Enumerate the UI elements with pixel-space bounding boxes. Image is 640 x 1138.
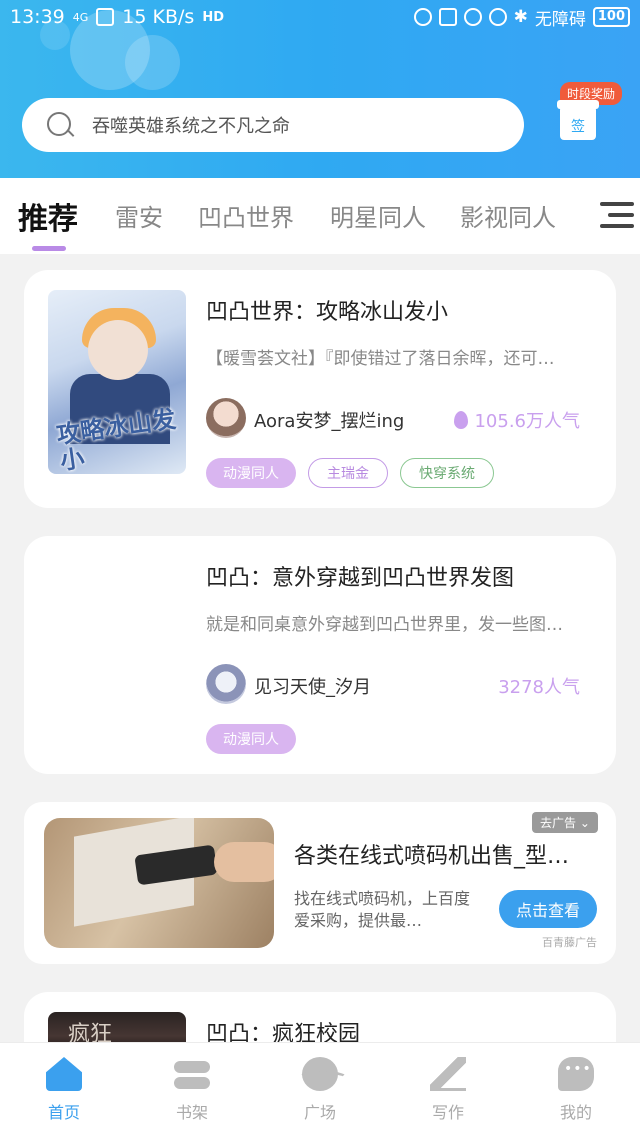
header: 13:39 4G 15 KB/s HD ✱ 无障碍 100 吞噬英雄系统之不凡之…	[0, 0, 640, 178]
nav-label: 我的	[559, 1103, 592, 1122]
nav-label: 写作	[431, 1103, 464, 1122]
reward-button[interactable]: 时段奖励 签	[556, 82, 626, 152]
book-title[interactable]: 凹凸世界：攻略冰山发小	[206, 294, 448, 326]
chat-bubble-icon	[558, 1057, 594, 1091]
search-placeholder: 吞噬英雄系统之不凡之命	[92, 116, 290, 137]
battery-icon: 100	[592, 7, 630, 27]
nav-label: 书架	[175, 1103, 208, 1122]
nav-bookshelf[interactable]: 书架	[152, 1057, 232, 1123]
decor-bubble	[125, 35, 180, 90]
menu-icon[interactable]	[600, 200, 634, 230]
chevron-down-icon: ⌄	[579, 816, 590, 830]
tab-film-tv[interactable]: 影视同人	[460, 198, 556, 233]
book-title[interactable]: 凹凸：意外穿越到凹凸世界发图	[206, 560, 514, 592]
tab-indicator	[32, 246, 66, 251]
search-bar[interactable]: 吞噬英雄系统之不凡之命	[22, 98, 524, 152]
signal-icon	[96, 8, 115, 26]
remove-ad-button[interactable]: 去广告 ⌄	[532, 812, 598, 833]
book-card[interactable]: 凹凸：意外穿越到凹凸世界发图 就是和同桌意外穿越到凹凸世界里，发一些图… 见习天…	[24, 536, 616, 774]
nav-label: 首页	[47, 1103, 80, 1122]
gift-icon: 签	[557, 100, 599, 140]
tab-aotu-world[interactable]: 凹凸世界	[198, 198, 294, 233]
popularity: 105.6万人气	[454, 407, 580, 433]
book-description: 【暖雪荟文社】『即使错过了落日余晖，还可…	[206, 349, 555, 369]
nav-square[interactable]: 广场	[280, 1057, 360, 1123]
ad-source: 百青藤广告	[542, 936, 597, 949]
author-name[interactable]: 见习天使_汐月	[254, 673, 371, 699]
ad-title[interactable]: 各类在线式喷码机出售_型…	[294, 838, 584, 870]
tab-recommend[interactable]: 推荐	[18, 194, 78, 238]
home-icon	[46, 1057, 82, 1091]
focus-icon	[413, 8, 432, 26]
sign-label: 签	[571, 119, 585, 135]
bluetooth-icon: ✱	[513, 7, 528, 27]
book-card[interactable]: 攻略冰山发小 凹凸世界：攻略冰山发小 【暖雪荟文社】『即使错过了落日余晖，还可……	[24, 270, 616, 508]
ad-image[interactable]	[44, 818, 274, 948]
tag-chip[interactable]: 主瑞金	[308, 458, 388, 488]
hd-badge: HD	[202, 9, 224, 25]
bottom-navigation: 首页 书架 广场 写作 我的	[0, 1042, 640, 1138]
nav-write[interactable]: 写作	[408, 1057, 488, 1123]
ad-card[interactable]: 去广告 ⌄ 各类在线式喷码机出售_型… 找在线式喷码机，上百度爱采购，提供最… …	[24, 802, 616, 964]
accessibility-label: 无障碍	[534, 9, 586, 30]
nav-label: 广场	[303, 1103, 336, 1122]
ad-description: 找在线式喷码机，上百度爱采购，提供最…	[294, 889, 471, 930]
tab-leian[interactable]: 雷安	[115, 198, 163, 233]
network-speed: 15 KB/s	[122, 6, 195, 28]
network-type: 4G	[72, 10, 89, 24]
tag-chip[interactable]: 动漫同人	[206, 458, 296, 488]
ad-view-button[interactable]: 点击查看	[499, 890, 597, 928]
author-name[interactable]: Aora安梦_摆烂ing	[254, 407, 404, 433]
popularity-value: 105.6万人气	[474, 411, 580, 432]
avatar[interactable]	[206, 398, 246, 438]
tag-chip[interactable]: 动漫同人	[206, 724, 296, 754]
status-bar: 13:39 4G 15 KB/s HD ✱ 无障碍 100	[0, 0, 640, 34]
lock-rotation-icon	[488, 8, 507, 26]
popularity: 3278人气	[498, 673, 580, 699]
pen-icon	[430, 1057, 466, 1091]
tag-chip[interactable]: 快穿系统	[400, 458, 494, 488]
avatar[interactable]	[206, 664, 246, 704]
status-time: 13:39	[10, 6, 65, 28]
moon-icon	[463, 8, 482, 26]
nav-me[interactable]: 我的	[536, 1057, 616, 1123]
book-description: 就是和同桌意外穿越到凹凸世界里，发一些图…	[206, 615, 563, 635]
tab-celebrity[interactable]: 明星同人	[330, 198, 426, 233]
vibrate-icon	[438, 8, 457, 26]
popularity-value: 3278人气	[498, 677, 580, 698]
nav-home[interactable]: 首页	[24, 1057, 104, 1123]
book-cover[interactable]: 攻略冰山发小	[48, 290, 186, 474]
flame-icon	[454, 411, 469, 429]
search-icon	[46, 111, 74, 139]
planet-icon	[298, 1057, 348, 1091]
category-tabs: 推荐 雷安 凹凸世界 明星同人 影视同人	[0, 178, 640, 254]
remove-ad-label: 去广告	[540, 816, 577, 830]
bookshelf-icon	[174, 1057, 210, 1091]
